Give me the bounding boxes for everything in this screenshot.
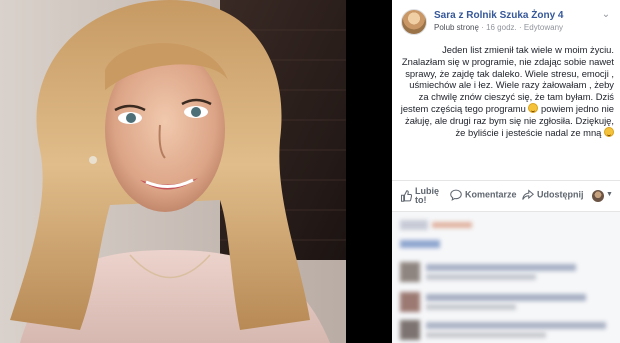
comment-line: [426, 264, 576, 271]
post-text: Jeden list zmienił tak wiele w moim życi…: [400, 44, 614, 138]
meta-separator: ·: [481, 23, 484, 32]
commenter-avatar: [400, 262, 420, 282]
portrait-illustration: [0, 0, 346, 343]
post-header: Sara z Rolnik Szuka Żony 4 Polub stronę …: [392, 0, 620, 38]
comment-line: [426, 304, 516, 310]
comment-button[interactable]: Komentarze: [450, 189, 517, 201]
edited-label[interactable]: Edytowany: [524, 23, 563, 32]
share-button[interactable]: Udostępnij: [522, 189, 584, 201]
thumbs-up-icon: [400, 190, 412, 202]
comment-label: Komentarze: [465, 189, 517, 200]
page-avatar[interactable]: [401, 9, 427, 35]
caret-down-icon[interactable]: ▼: [606, 191, 613, 198]
commenter-avatar: [400, 320, 420, 340]
comment-icon: [450, 189, 462, 201]
chevron-down-icon[interactable]: ⌄: [600, 10, 612, 20]
commenter-avatar: [400, 292, 420, 312]
like-button[interactable]: Lubię to!: [400, 187, 441, 205]
meta-separator-2: ·: [519, 23, 522, 32]
share-label: Udostępnij: [537, 189, 584, 200]
comment-line: [426, 274, 536, 280]
smile-emoji-icon: [604, 126, 614, 137]
comment-line: [426, 322, 606, 329]
comment-line: [426, 294, 586, 301]
comment-filter: [400, 240, 440, 248]
post-panel: Sara z Rolnik Szuka Żony 4 Polub stronę …: [392, 0, 620, 343]
comments-section-blurred: [392, 212, 620, 343]
comment-line: [426, 332, 546, 338]
share-icon: [522, 189, 534, 200]
post-time[interactable]: 16 godz.: [486, 23, 517, 32]
post-actions: Lubię to! Komentarze Udostępnij ▼: [392, 180, 620, 212]
reaction-summary: [400, 220, 428, 230]
post-photo[interactable]: [0, 0, 346, 343]
reaction-summary-bar: [432, 222, 472, 228]
smile-emoji-icon: [528, 102, 539, 113]
post-meta: Polub stronę · 16 godz. · Edytowany: [434, 23, 563, 32]
like-page-link[interactable]: Polub stronę: [434, 23, 479, 32]
like-label: Lubię to!: [415, 186, 439, 205]
page-name-link[interactable]: Sara z Rolnik Szuka Żony 4: [434, 10, 563, 21]
share-as-avatar[interactable]: [592, 190, 604, 202]
photo-viewer[interactable]: [0, 0, 392, 343]
